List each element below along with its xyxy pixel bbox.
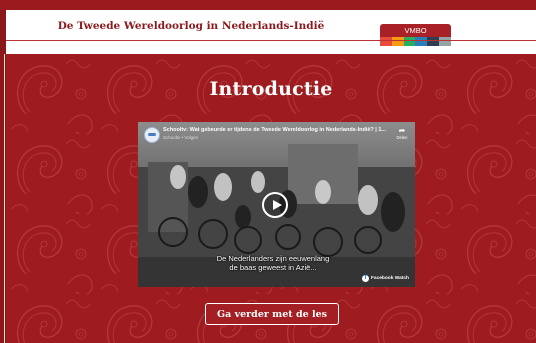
subtitle-line: de baas geweest in Azië... — [229, 263, 317, 272]
stripe — [403, 37, 416, 46]
top-bar — [0, 0, 536, 10]
level-label[interactable]: VMBO — [380, 24, 451, 37]
stripe — [439, 37, 451, 46]
video-player[interactable]: Schooltv: Wat gebeurde er tijdens de Twe… — [138, 122, 415, 287]
share-icon: ➦ — [398, 126, 406, 135]
video-channel[interactable]: Schooltv • Volgen — [163, 135, 198, 140]
left-divider — [4, 54, 5, 343]
facebook-icon: f — [362, 274, 369, 282]
page: De Tweede Wereldoorlog in Nederlands-Ind… — [0, 0, 536, 343]
header-divider — [6, 40, 536, 41]
stripe — [391, 37, 404, 46]
hero-section: Introductie Schooltv: Wat gebeurde er ti… — [6, 54, 536, 343]
facebook-watch-label: Facebook Watch — [371, 275, 409, 281]
stripe — [415, 37, 428, 46]
continue-lesson-button[interactable]: Ga verder met de les — [205, 303, 339, 325]
level-badge[interactable]: VMBO — [380, 24, 451, 46]
video-header: Schooltv: Wat gebeurde er tijdens de Twe… — [144, 127, 409, 143]
play-button[interactable] — [262, 192, 288, 218]
video-title[interactable]: Schooltv: Wat gebeurde er tijdens de Twe… — [163, 127, 388, 133]
share-label: Delen — [396, 135, 408, 140]
video-subtitle: De Nederlanders zijn eeuwenlang de baas … — [178, 254, 368, 272]
page-title: De Tweede Wereldoorlog in Nederlands-Ind… — [57, 20, 325, 32]
subtitle-line: De Nederlanders zijn eeuwenlang — [216, 254, 330, 263]
share-button[interactable]: ➦ Delen — [394, 126, 410, 141]
section-title: Introductie — [209, 78, 333, 100]
header: De Tweede Wereldoorlog in Nederlands-Ind… — [6, 10, 536, 54]
stripe — [427, 37, 440, 46]
channel-avatar[interactable] — [144, 127, 160, 143]
level-color-stripes — [380, 37, 451, 46]
stripe — [380, 37, 392, 46]
facebook-watch-link[interactable]: f Facebook Watch — [362, 273, 409, 283]
